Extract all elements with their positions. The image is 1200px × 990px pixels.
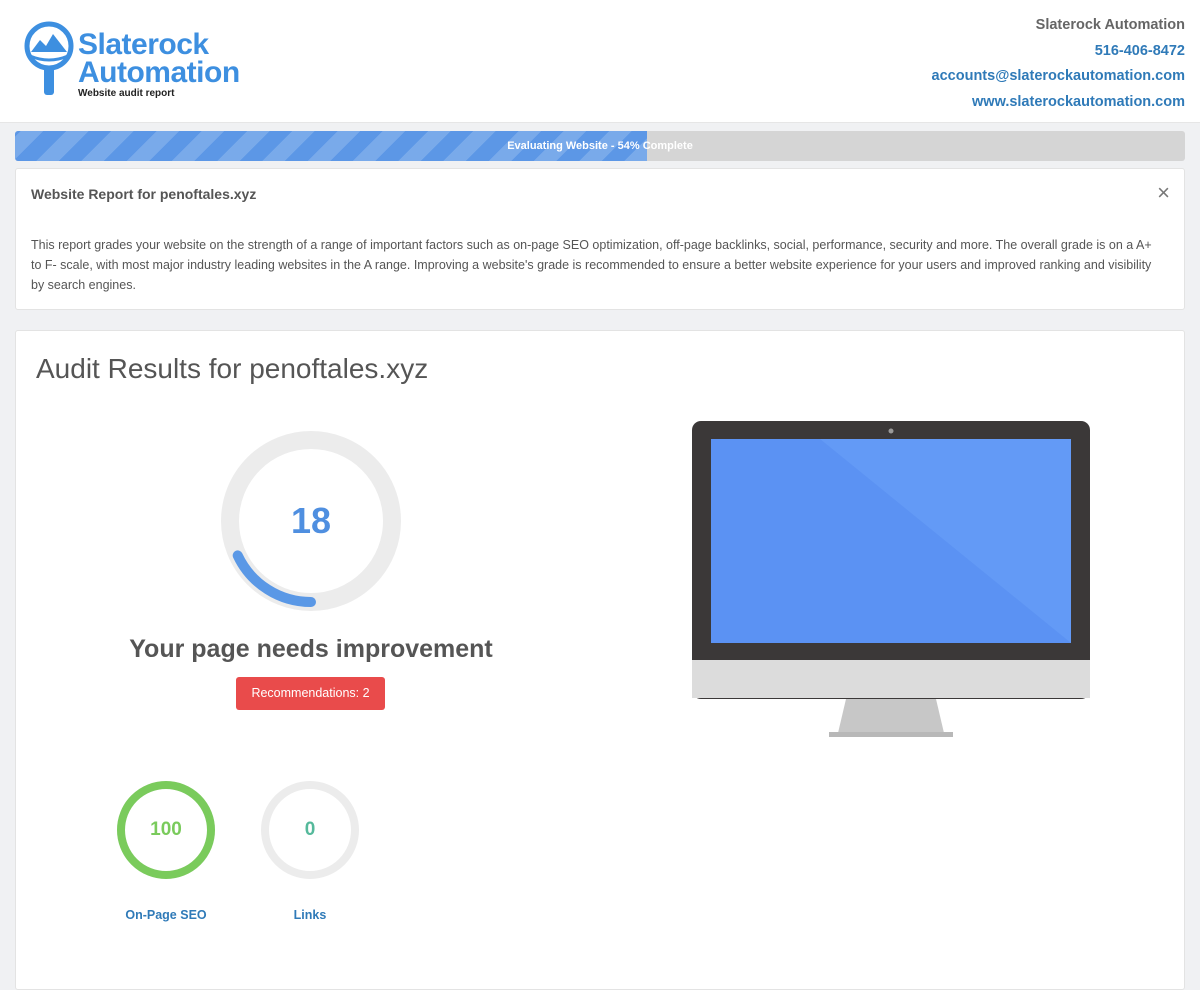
links-gauge: 0 — [260, 780, 360, 880]
info-panel-description: This report grades your website on the s… — [31, 238, 1152, 292]
score-verdict: Your page needs improvement — [129, 635, 493, 663]
logo-tagline: Website audit report — [78, 88, 175, 99]
report-info-panel: Website Report for penoftales.xyz × This… — [15, 168, 1185, 310]
progress-label: Evaluating Website - 54% Complete — [507, 140, 693, 152]
company-phone-link[interactable]: 516-406-8472 — [932, 39, 1185, 65]
company-logo[interactable]: Slaterock Automation Website audit repor… — [22, 18, 272, 106]
links-link[interactable]: Links — [240, 908, 380, 922]
audit-results-panel: Audit Results for penoftales.xyz 18 Your… — [15, 330, 1185, 990]
magnifier-mountain-icon — [24, 21, 74, 95]
audit-results-title: Audit Results for penoftales.xyz — [36, 353, 429, 384]
onpage-seo-value: 100 — [150, 819, 182, 840]
links-value: 0 — [304, 819, 316, 840]
info-panel-title: Website Report for penoftales.xyz — [31, 186, 257, 202]
page-header: Slaterock Automation Website audit repor… — [0, 0, 1200, 123]
close-icon[interactable]: × — [1157, 181, 1170, 205]
logo-wordmark-line2: Automation — [78, 56, 240, 89]
onpage-seo-gauge: 100 — [116, 780, 216, 880]
company-contact: Slaterock Automation 516-406-8472 accoun… — [932, 13, 1185, 116]
overall-score-gauge: 18 — [221, 431, 401, 611]
website-preview-monitor — [692, 421, 1090, 737]
company-name: Slaterock Automation — [1035, 17, 1185, 33]
recommendations-button[interactable]: Recommendations: 2 — [236, 677, 385, 710]
company-website-link[interactable]: www.slaterockautomation.com — [932, 90, 1185, 116]
onpage-seo-link[interactable]: On-Page SEO — [96, 908, 236, 922]
company-email-link[interactable]: accounts@slaterockautomation.com — [932, 64, 1185, 90]
overall-score-value: 18 — [290, 500, 332, 541]
